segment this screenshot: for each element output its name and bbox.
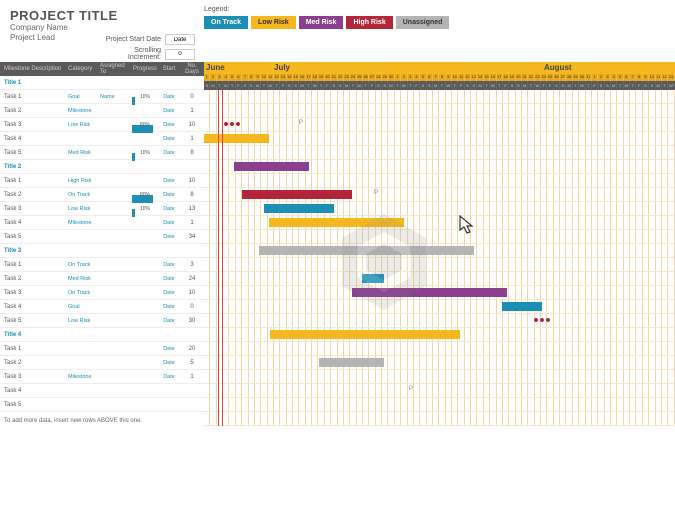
gantt-row[interactable]: P: [204, 188, 675, 202]
col-assigned: Assigned To: [100, 63, 132, 75]
gantt-row[interactable]: [204, 160, 675, 174]
legend-highrisk[interactable]: High Risk: [346, 16, 392, 29]
timeline-header: JuneJulyAugust 1234567891011121314151617…: [204, 62, 675, 90]
mark-label: P: [374, 190, 378, 196]
start-date-label: Project Start Date: [105, 36, 165, 43]
gantt-row[interactable]: [204, 398, 675, 412]
gantt-bar[interactable]: [270, 330, 460, 339]
title-row[interactable]: Title 1: [0, 76, 204, 90]
task-row[interactable]: Task 5Low RiskDate30: [0, 314, 204, 328]
task-row[interactable]: Task 1GoalName10%Date0: [0, 90, 204, 104]
title-row[interactable]: Title 2: [0, 160, 204, 174]
title-row[interactable]: Title 3: [0, 244, 204, 258]
task-row[interactable]: Task 5Med Risk10%Date8: [0, 146, 204, 160]
scroll-label: Scrolling Increment:: [105, 47, 165, 61]
milestone-icon: [224, 122, 240, 126]
title-row[interactable]: Title 4: [0, 328, 204, 342]
col-desc: Milestone Description: [0, 66, 68, 72]
task-row[interactable]: Task 3Low Risk10%Date13: [0, 202, 204, 216]
column-headers: Milestone Description Category Assigned …: [0, 62, 204, 76]
footer-note: To add more data, insert new rows ABOVE …: [0, 412, 204, 430]
task-row[interactable]: Task 5: [0, 398, 204, 412]
gantt-bar[interactable]: [319, 358, 384, 367]
month-label: July: [274, 63, 290, 72]
col-start: Start: [158, 66, 180, 72]
task-row[interactable]: Task 4Date1: [0, 132, 204, 146]
col-days: No. Days: [180, 63, 204, 75]
col-cat: Category: [68, 66, 100, 72]
task-rows: Title 1Task 1GoalName10%Date0Task 2Miles…: [0, 76, 204, 412]
gantt-row[interactable]: [204, 132, 675, 146]
legend-label: Legend:: [204, 6, 449, 13]
gantt-row[interactable]: [204, 328, 675, 342]
mark-label: P: [299, 120, 303, 126]
gantt-row[interactable]: [204, 370, 675, 384]
month-label: August: [544, 63, 572, 72]
day-cell: W: [668, 81, 674, 90]
scroll-input[interactable]: [165, 49, 195, 60]
mark-label: P: [409, 386, 413, 392]
task-row[interactable]: Task 4MilestoneDate1: [0, 216, 204, 230]
task-row[interactable]: Task 2Date5: [0, 356, 204, 370]
legend: Legend: On Track Low Risk Med Risk High …: [204, 6, 449, 29]
task-row[interactable]: Task 2MilestoneDate1: [0, 104, 204, 118]
start-date-input[interactable]: [165, 34, 195, 45]
gantt-row[interactable]: [204, 90, 675, 104]
today-line: [218, 90, 219, 426]
task-row[interactable]: Task 1Date20: [0, 342, 204, 356]
legend-lowrisk[interactable]: Low Risk: [251, 16, 296, 29]
task-row[interactable]: Task 2On Track80%Date8: [0, 188, 204, 202]
date-cell: 13: [668, 74, 674, 81]
task-row[interactable]: Task 3On TrackDate10: [0, 286, 204, 300]
task-row[interactable]: Task 4: [0, 384, 204, 398]
gantt-bar[interactable]: [204, 134, 269, 143]
gantt-row[interactable]: P: [204, 384, 675, 398]
milestone-icon: [534, 318, 550, 322]
legend-ontrack[interactable]: On Track: [204, 16, 248, 29]
gantt-row[interactable]: [204, 104, 675, 118]
task-row[interactable]: Task 1On TrackDate3: [0, 258, 204, 272]
gantt-row[interactable]: [204, 356, 675, 370]
task-row[interactable]: Task 5Date34: [0, 230, 204, 244]
task-list-panel: Milestone Description Category Assigned …: [0, 62, 204, 520]
month-label: June: [206, 63, 225, 72]
cursor-icon: [458, 214, 476, 236]
task-row[interactable]: Task 3Low Risk80%Date10: [0, 118, 204, 132]
watermark-icon: [324, 202, 444, 322]
today-line: [222, 90, 223, 426]
task-row[interactable]: Task 2Med RiskDate24: [0, 272, 204, 286]
col-prog: Progress: [132, 66, 158, 72]
gantt-row[interactable]: [204, 174, 675, 188]
gantt-row[interactable]: [204, 342, 675, 356]
gantt-bar[interactable]: [234, 162, 309, 171]
gantt-row[interactable]: P: [204, 118, 675, 132]
legend-medrisk[interactable]: Med Risk: [299, 16, 344, 29]
gantt-panel: JuneJulyAugust 1234567891011121314151617…: [204, 62, 675, 520]
task-row[interactable]: Task 4GoalDate0: [0, 300, 204, 314]
gantt-bar[interactable]: [242, 190, 352, 199]
gantt-row[interactable]: [204, 412, 675, 426]
task-row[interactable]: Task 1High RiskDate10: [0, 174, 204, 188]
legend-unassigned[interactable]: Unassigned: [396, 16, 450, 29]
gantt-bar[interactable]: [502, 302, 542, 311]
gantt-row[interactable]: [204, 146, 675, 160]
task-row[interactable]: Task 3MilestoneDate1: [0, 370, 204, 384]
project-controls: Project Start Date Scrolling Increment:: [105, 34, 195, 63]
